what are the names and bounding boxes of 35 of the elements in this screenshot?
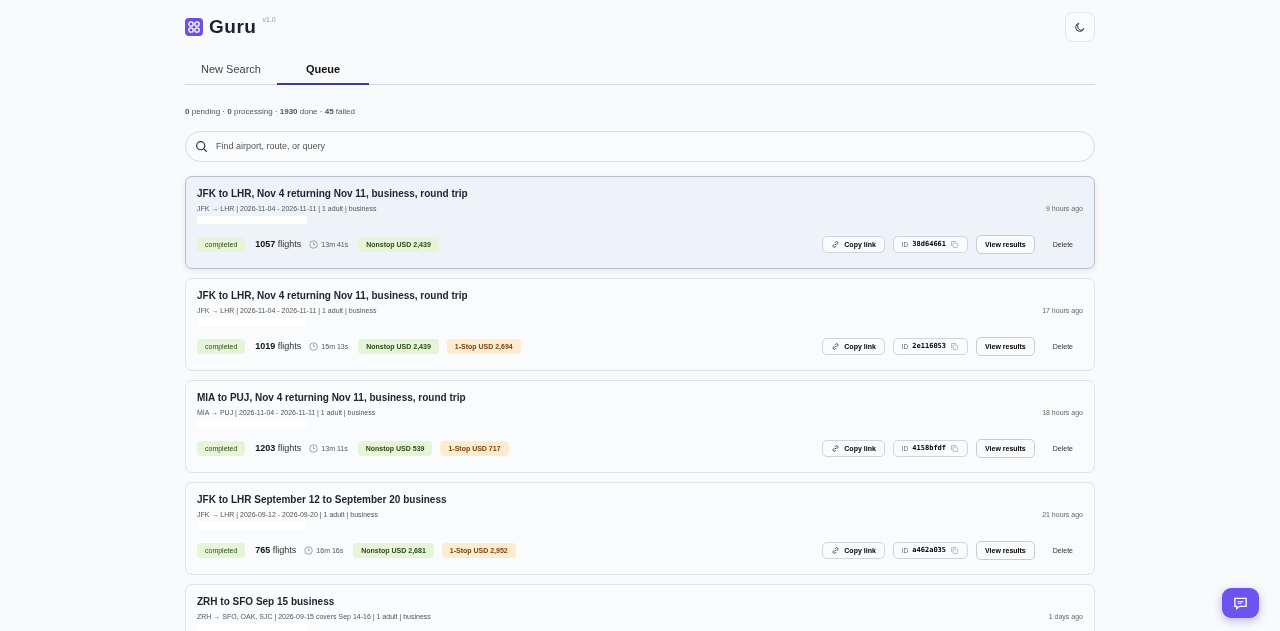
link-icon bbox=[831, 239, 841, 249]
chat-icon bbox=[1233, 595, 1248, 611]
job-card[interactable] bbox=[185, 175, 1095, 269]
flight-count: 1057 flights bbox=[255, 239, 302, 249]
job-card[interactable] bbox=[185, 481, 1095, 575]
clock-icon bbox=[309, 239, 319, 249]
flight-count: 1203 flights bbox=[255, 443, 302, 453]
moon-icon bbox=[1074, 21, 1086, 33]
flight-count: 765 flights bbox=[255, 545, 297, 555]
clock-icon bbox=[309, 341, 319, 351]
theme-toggle-button[interactable] bbox=[1065, 12, 1095, 42]
chat-button[interactable] bbox=[1222, 588, 1259, 618]
link-icon bbox=[831, 545, 841, 555]
tab[interactable]: Queue bbox=[277, 56, 369, 85]
flight-count: 1019 flights bbox=[255, 341, 302, 351]
link-icon bbox=[831, 443, 841, 453]
queue-stats: 0 pending · 0 processing · 1930 done · 45 failed bbox=[185, 106, 356, 116]
copy-icon bbox=[950, 443, 960, 453]
app-name: Guru bbox=[209, 16, 257, 38]
copy-icon bbox=[950, 341, 960, 351]
job-title: JFK to LHR, Nov 4 returning Nov 11, business, round trip bbox=[197, 289, 469, 301]
clock-icon bbox=[304, 545, 314, 555]
logo-icon bbox=[185, 18, 203, 36]
search-field[interactable]: Find airport, route, or query bbox=[185, 130, 1095, 162]
job-title: ZRH to SFO Sep 15 business bbox=[197, 595, 336, 607]
job-title: MIA to PUJ, Nov 4 returning Nov 11, business, round trip bbox=[197, 391, 467, 403]
job-card[interactable] bbox=[185, 379, 1095, 473]
job-card[interactable] bbox=[185, 277, 1095, 371]
clock-icon bbox=[309, 443, 319, 453]
copy-icon bbox=[950, 239, 960, 249]
copy-icon bbox=[950, 545, 960, 555]
job-title: JFK to LHR September 12 to September 20 business bbox=[197, 493, 448, 505]
job-title: JFK to LHR, Nov 4 returning Nov 11, business, round trip bbox=[197, 187, 469, 199]
tab[interactable]: New Search bbox=[185, 56, 277, 85]
link-icon bbox=[831, 341, 841, 351]
